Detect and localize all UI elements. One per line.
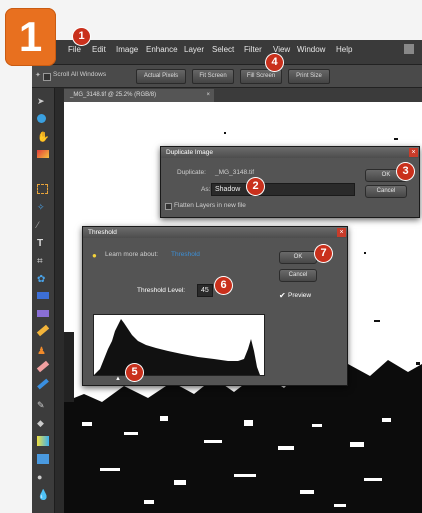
duplicate-value: _MG_3148.tif <box>215 169 255 176</box>
callout-5: 5 <box>126 364 143 381</box>
histogram[interactable] <box>93 314 265 376</box>
cookie-cutter-icon[interactable]: ✿ <box>37 274 49 285</box>
threshold-slider-handle[interactable]: ▲ <box>115 376 121 382</box>
duplicate-image-dialog: Duplicate Image × Duplicate: _MG_3148.ti… <box>160 146 420 218</box>
threshold-cancel-button[interactable]: Cancel <box>279 269 317 282</box>
menu-layer[interactable]: Layer <box>184 45 204 54</box>
options-bar: ✦ Scroll All Windows Actual Pixels Fit S… <box>32 65 422 88</box>
zoom-tool-icon[interactable] <box>37 114 46 123</box>
sponge-tool-icon[interactable]: 💧 <box>37 490 49 501</box>
close-tab-icon[interactable]: × <box>206 89 210 102</box>
healing-brush-icon[interactable] <box>36 324 50 337</box>
callout-1: 1 <box>73 28 90 45</box>
fit-screen-button[interactable]: Fit Screen <box>192 69 234 84</box>
type-tool-icon[interactable]: T <box>37 238 49 249</box>
preview-label: Preview <box>288 292 312 299</box>
callout-7: 7 <box>315 245 332 262</box>
menu-window[interactable]: Window <box>297 45 325 54</box>
gradient-tool-icon[interactable] <box>37 436 49 446</box>
preview-checkmark-icon[interactable]: ✔ <box>279 291 286 300</box>
tool-preset-icon[interactable]: ✦ <box>35 71 41 79</box>
magic-wand-icon[interactable]: ⁄ <box>37 220 49 230</box>
histogram-graph <box>94 319 260 375</box>
red-eye-tool-icon[interactable] <box>37 310 49 317</box>
duplicate-label: Duplicate: <box>177 169 206 176</box>
menu-enhance[interactable]: Enhance <box>146 45 178 54</box>
menu-filter[interactable]: Filter <box>244 45 262 54</box>
menu-image[interactable]: Image <box>116 45 138 54</box>
step-number-badge: 1 <box>5 8 56 66</box>
flatten-layers-label: Flatten Layers in new file <box>174 202 246 209</box>
menu-bar: File Edit Image Enhance Layer Select Fil… <box>32 40 422 65</box>
menu-file[interactable]: File <box>68 45 81 54</box>
print-size-button[interactable]: Print Size <box>288 69 330 84</box>
threshold-dialog-title: Threshold <box>88 229 117 236</box>
callout-3: 3 <box>397 163 414 180</box>
document-tab-bar: _MG_3148.tif @ 25.2% (RGB/8) × <box>64 88 422 102</box>
workspace-icon[interactable] <box>404 44 414 54</box>
lightbulb-icon: ● <box>92 251 97 260</box>
smart-brush-icon[interactable]: ✎ <box>37 400 49 410</box>
brush-tool-icon[interactable] <box>37 378 49 390</box>
close-icon[interactable]: × <box>337 228 346 237</box>
menu-help[interactable]: Help <box>336 45 352 54</box>
crop-tool-icon[interactable]: ⌗ <box>37 256 49 267</box>
marquee-tool-icon[interactable] <box>37 184 48 194</box>
close-icon[interactable]: × <box>409 148 418 157</box>
toolbox: ➤ ✋ ✧ ⁄ T ⌗ ✿ ♟ ✎ ◆ ● 💧 <box>32 88 55 513</box>
document-tab[interactable]: _MG_3148.tif @ 25.2% (RGB/8) × <box>64 89 214 102</box>
menu-select[interactable]: Select <box>212 45 234 54</box>
document-tab-title: _MG_3148.tif @ 25.2% (RGB/8) <box>70 92 157 98</box>
learn-more-label: Learn more about: <box>105 251 159 258</box>
threshold-level-label: Threshold Level: <box>137 287 186 294</box>
threshold-level-input[interactable]: 45 <box>197 284 213 297</box>
shape-tool-icon[interactable] <box>37 454 49 464</box>
duplicate-cancel-button[interactable]: Cancel <box>365 185 407 198</box>
menu-view[interactable]: View <box>273 45 290 54</box>
move-tool-icon[interactable]: ➤ <box>37 96 49 106</box>
as-label: As: <box>201 186 211 193</box>
callout-4: 4 <box>266 54 283 71</box>
blur-tool-icon[interactable]: ● <box>37 472 49 482</box>
menu-edit[interactable]: Edit <box>92 45 106 54</box>
threshold-ok-button[interactable]: OK <box>279 251 317 264</box>
as-name-input[interactable]: Shadow <box>211 183 355 196</box>
duplicate-dialog-title: Duplicate Image <box>166 149 213 156</box>
tutorial-page: 1 File Edit Image Enhance Layer Select F… <box>0 0 422 513</box>
eyedropper-tool-icon[interactable] <box>37 150 49 158</box>
callout-6: 6 <box>215 277 232 294</box>
hand-tool-icon[interactable]: ✋ <box>37 132 49 143</box>
duplicate-dialog-titlebar: Duplicate Image × <box>161 147 419 158</box>
clone-stamp-icon[interactable]: ♟ <box>37 346 49 357</box>
photoshop-elements-window: File Edit Image Enhance Layer Select Fil… <box>32 40 422 513</box>
scroll-all-windows-label: Scroll All Windows <box>53 71 107 78</box>
threshold-dialog-titlebar: Threshold × <box>83 227 347 238</box>
eraser-tool-icon[interactable] <box>36 360 50 373</box>
flatten-layers-checkbox[interactable] <box>165 203 172 210</box>
paint-bucket-icon[interactable]: ◆ <box>37 418 49 428</box>
fill-screen-button[interactable]: Fill Screen <box>240 69 282 84</box>
learn-more-threshold-link[interactable]: Threshold <box>171 251 200 258</box>
straighten-tool-icon[interactable] <box>37 292 49 299</box>
actual-pixels-button[interactable]: Actual Pixels <box>136 69 186 84</box>
threshold-dialog: Threshold × ● Learn more about: Threshol… <box>82 226 348 386</box>
lasso-tool-icon[interactable]: ✧ <box>37 202 49 212</box>
scroll-all-windows-checkbox[interactable] <box>43 73 51 81</box>
callout-2: 2 <box>247 178 264 195</box>
